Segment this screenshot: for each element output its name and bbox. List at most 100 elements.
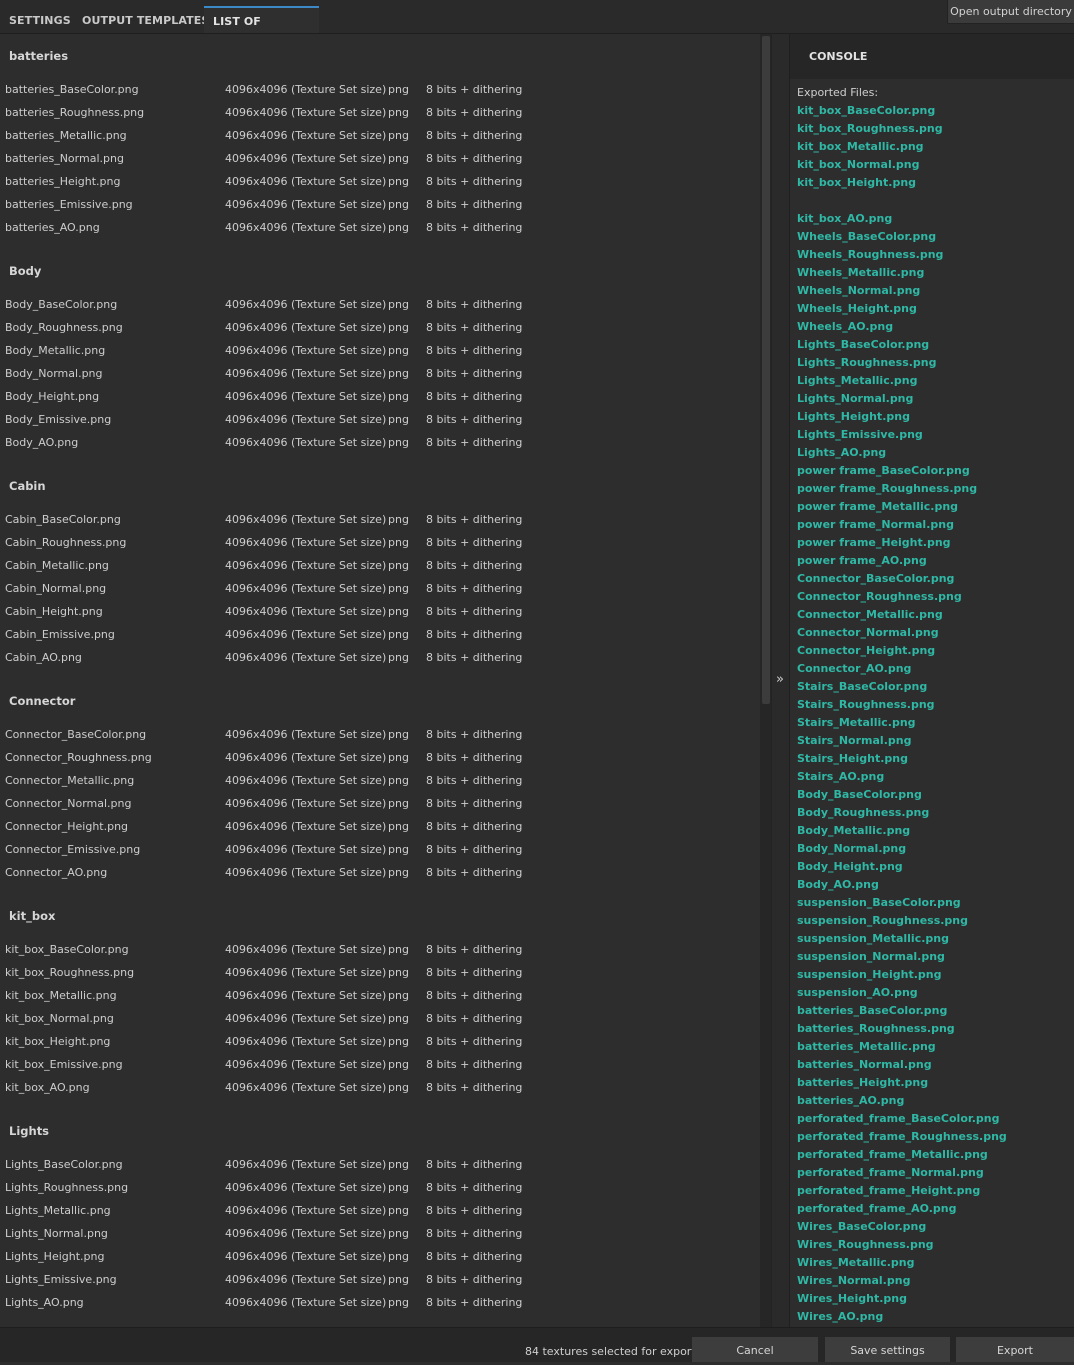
console-line: Body_Metallic.png <box>797 824 911 837</box>
console-line: Lights_BaseColor.png <box>797 338 930 351</box>
export-row[interactable]: Connector_Roughness.png 4096x4096 (Textur… <box>0 746 760 769</box>
export-format: png <box>388 751 409 764</box>
group-header: Cabin <box>9 479 46 493</box>
export-bit-depth: 8 bits + dithering <box>426 1058 523 1071</box>
export-row[interactable]: batteries_Normal.png 4096x4096 (Texture S… <box>0 147 760 170</box>
exports-scrollbar-thumb[interactable] <box>762 36 770 704</box>
console-line: Wheels_Roughness.png <box>797 248 944 261</box>
export-row[interactable]: batteries_Roughness.png 4096x4096 (Textur… <box>0 101 760 124</box>
export-row[interactable]: Body_Emissive.png 4096x4096 (Texture Set … <box>0 408 760 431</box>
cancel-button[interactable]: Cancel <box>692 1337 818 1362</box>
export-row[interactable]: Connector_Emissive.png 4096x4096 (Texture… <box>0 838 760 861</box>
tab-output-templates[interactable]: OUTPUT TEMPLATES <box>73 6 218 33</box>
console-line: Wheels_BaseColor.png <box>797 230 937 243</box>
export-row[interactable]: Cabin_BaseColor.png 4096x4096 (Texture Se… <box>0 508 760 531</box>
console-line: Wires_BaseColor.png <box>797 1220 927 1233</box>
export-filename: Lights_Normal.png <box>5 1227 108 1240</box>
export-row[interactable]: kit_box_Emissive.png 4096x4096 (Texture S… <box>0 1053 760 1076</box>
footer-bar: 84 textures selected for export Cancel S… <box>0 1327 1074 1362</box>
export-row[interactable]: Lights_Emissive.png 4096x4096 (Texture Se… <box>0 1268 760 1291</box>
console-line: Wires_AO.png <box>797 1310 884 1323</box>
export-row[interactable]: Lights_BaseColor.png 4096x4096 (Texture S… <box>0 1153 760 1176</box>
double-chevron-right-icon[interactable]: » <box>774 670 786 690</box>
console-line: Lights_Height.png <box>797 410 910 423</box>
export-size: 4096x4096 (Texture Set size) <box>225 298 387 311</box>
console-line: suspension_Metallic.png <box>797 932 949 945</box>
console-line: batteries_BaseColor.png <box>797 1004 948 1017</box>
console-line: perforated_frame_AO.png <box>797 1202 957 1215</box>
console-line: Connector_AO.png <box>797 662 912 675</box>
export-row[interactable]: batteries_Metallic.png 4096x4096 (Texture… <box>0 124 760 147</box>
tab-settings[interactable]: SETTINGS <box>0 6 80 33</box>
export-row[interactable]: Lights_Normal.png 4096x4096 (Texture Set … <box>0 1222 760 1245</box>
tab-list-of-exports[interactable]: LIST OF EXPORTS <box>204 6 319 55</box>
export-format: png <box>388 774 409 787</box>
console-line: Lights_Metallic.png <box>797 374 918 387</box>
export-row[interactable]: kit_box_Height.png 4096x4096 (Texture Set… <box>0 1030 760 1053</box>
export-row[interactable]: kit_box_AO.png 4096x4096 (Texture Set siz… <box>0 1076 760 1099</box>
export-bit-depth: 8 bits + dithering <box>426 605 523 618</box>
export-row[interactable]: Body_Metallic.png 4096x4096 (Texture Set … <box>0 339 760 362</box>
export-bit-depth: 8 bits + dithering <box>426 390 523 403</box>
export-filename: Cabin_Metallic.png <box>5 559 109 572</box>
save-settings-button[interactable]: Save settings <box>825 1337 950 1362</box>
console-line: perforated_frame_Metallic.png <box>797 1148 988 1161</box>
console-line: perforated_frame_BaseColor.png <box>797 1112 1000 1125</box>
export-size: 4096x4096 (Texture Set size) <box>225 820 387 833</box>
export-row[interactable]: kit_box_Roughness.png 4096x4096 (Texture … <box>0 961 760 984</box>
console-line: kit_box_BaseColor.png <box>797 104 936 117</box>
export-row[interactable]: Cabin_Emissive.png 4096x4096 (Texture Set… <box>0 623 760 646</box>
export-size: 4096x4096 (Texture Set size) <box>225 843 387 856</box>
console-line: Lights_AO.png <box>797 446 887 459</box>
export-row[interactable]: Lights_Roughness.png 4096x4096 (Texture S… <box>0 1176 760 1199</box>
console-line: Wheels_Height.png <box>797 302 917 315</box>
export-row[interactable]: Cabin_Metallic.png 4096x4096 (Texture Set… <box>0 554 760 577</box>
open-output-directory-button[interactable]: Open output directory <box>947 0 1074 24</box>
export-filename: Body_Emissive.png <box>5 413 112 426</box>
export-row[interactable]: Body_BaseColor.png 4096x4096 (Texture Set… <box>0 293 760 316</box>
export-row[interactable]: batteries_AO.png 4096x4096 (Texture Set s… <box>0 216 760 239</box>
console-line: Stairs_BaseColor.png <box>797 680 928 693</box>
export-row[interactable]: Cabin_Normal.png 4096x4096 (Texture Set s… <box>0 577 760 600</box>
export-format: png <box>388 1081 409 1094</box>
export-row[interactable]: Body_Normal.png 4096x4096 (Texture Set si… <box>0 362 760 385</box>
export-row[interactable]: Cabin_Height.png 4096x4096 (Texture Set s… <box>0 600 760 623</box>
export-row[interactable]: batteries_BaseColor.png 4096x4096 (Textur… <box>0 78 760 101</box>
export-size: 4096x4096 (Texture Set size) <box>225 628 387 641</box>
export-filename: Body_Roughness.png <box>5 321 123 334</box>
export-format: png <box>388 943 409 956</box>
console-line: Wires_Roughness.png <box>797 1238 934 1251</box>
export-bit-depth: 8 bits + dithering <box>426 1204 523 1217</box>
export-row[interactable]: kit_box_Normal.png 4096x4096 (Texture Set… <box>0 1007 760 1030</box>
export-row[interactable]: Body_Height.png 4096x4096 (Texture Set si… <box>0 385 760 408</box>
export-row[interactable]: Lights_Metallic.png 4096x4096 (Texture Se… <box>0 1199 760 1222</box>
export-row[interactable]: batteries_Emissive.png 4096x4096 (Texture… <box>0 193 760 216</box>
export-row[interactable]: Connector_BaseColor.png 4096x4096 (Textur… <box>0 723 760 746</box>
console-line: power frame_Metallic.png <box>797 500 959 513</box>
export-row[interactable]: Body_AO.png 4096x4096 (Texture Set size) p… <box>0 431 760 454</box>
console-line: batteries_Height.png <box>797 1076 929 1089</box>
export-row[interactable]: Lights_Height.png 4096x4096 (Texture Set … <box>0 1245 760 1268</box>
export-row[interactable]: kit_box_BaseColor.png 4096x4096 (Texture … <box>0 938 760 961</box>
export-filename: Lights_Emissive.png <box>5 1273 117 1286</box>
export-row[interactable]: Connector_Normal.png 4096x4096 (Texture S… <box>0 792 760 815</box>
export-bit-depth: 8 bits + dithering <box>426 559 523 572</box>
export-bit-depth: 8 bits + dithering <box>426 797 523 810</box>
export-format: png <box>388 513 409 526</box>
export-format: png <box>388 966 409 979</box>
export-row[interactable]: Connector_AO.png 4096x4096 (Texture Set s… <box>0 861 760 884</box>
export-row[interactable]: kit_box_Metallic.png 4096x4096 (Texture S… <box>0 984 760 1007</box>
export-row[interactable]: Connector_Metallic.png 4096x4096 (Texture… <box>0 769 760 792</box>
export-size: 4096x4096 (Texture Set size) <box>225 1250 387 1263</box>
export-format: png <box>388 728 409 741</box>
export-button[interactable]: Export <box>956 1337 1074 1362</box>
export-row[interactable]: Connector_Height.png 4096x4096 (Texture S… <box>0 815 760 838</box>
export-row[interactable]: Body_Roughness.png 4096x4096 (Texture Set… <box>0 316 760 339</box>
export-row[interactable]: Cabin_AO.png 4096x4096 (Texture Set size)… <box>0 646 760 669</box>
export-row[interactable]: Lights_AO.png 4096x4096 (Texture Set size… <box>0 1291 760 1314</box>
export-row[interactable]: batteries_Height.png 4096x4096 (Texture S… <box>0 170 760 193</box>
export-row[interactable]: Cabin_Roughness.png 4096x4096 (Texture Se… <box>0 531 760 554</box>
export-filename: Body_BaseColor.png <box>5 298 118 311</box>
group-header: kit_box <box>9 909 56 923</box>
